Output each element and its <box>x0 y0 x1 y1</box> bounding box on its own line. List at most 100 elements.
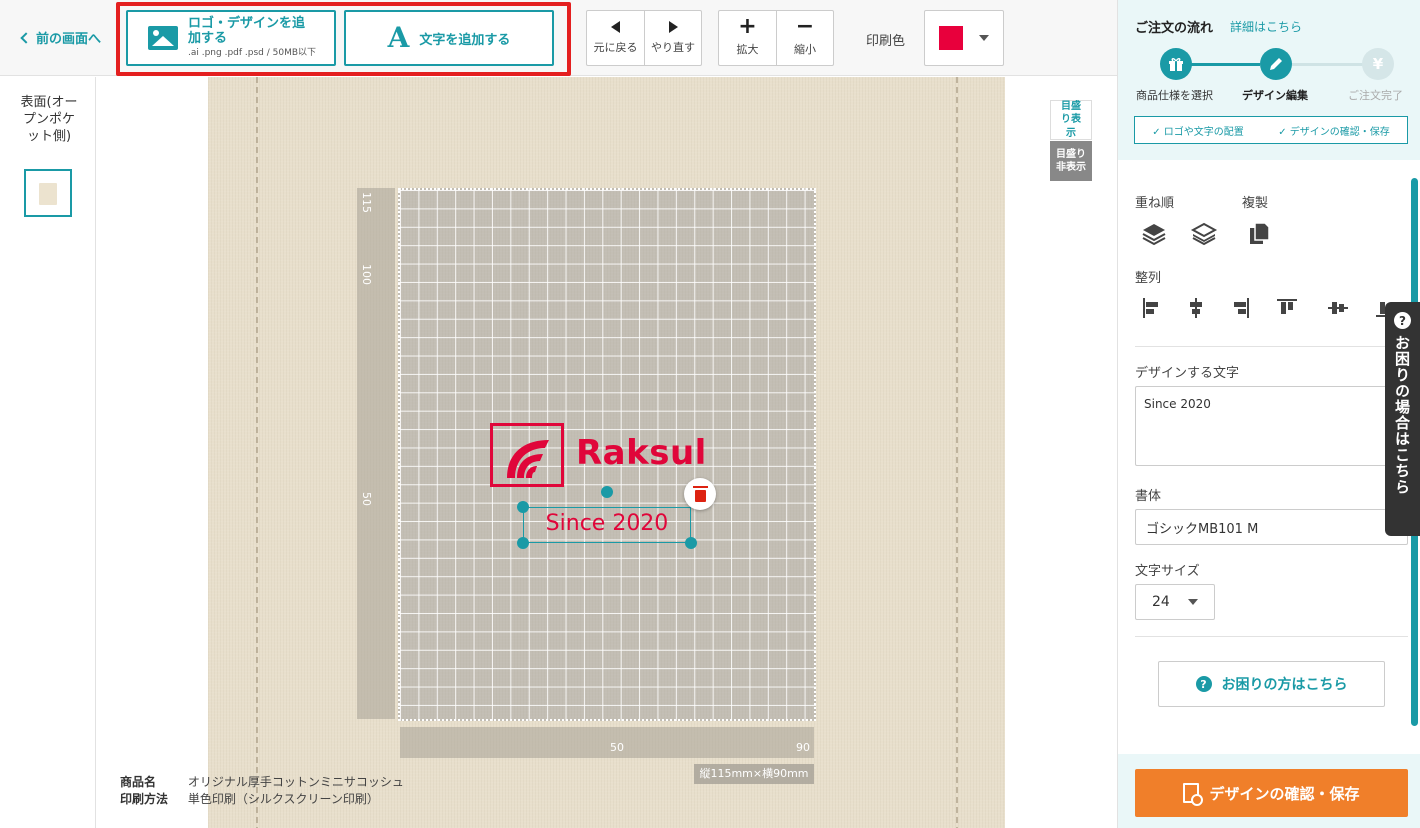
face-thumbnail[interactable] <box>24 169 72 217</box>
grid-hide-label: 目盛り非表示 <box>1056 148 1086 174</box>
font-select[interactable]: ゴシックMB101 M <box>1135 509 1408 545</box>
trash-icon <box>692 485 708 502</box>
bring-forward-icon[interactable] <box>1140 220 1168 248</box>
logo-wordmark[interactable]: Raksul <box>576 433 707 473</box>
resize-handle-top-left[interactable] <box>517 501 529 513</box>
help-side-tab[interactable]: ? お困りの場合はこちら <box>1385 302 1420 536</box>
step-label-3: ご注文完了 <box>1348 89 1403 102</box>
product-name-key: 商品名 <box>120 775 157 789</box>
swoosh-logo-icon <box>507 440 549 478</box>
send-backward-icon[interactable] <box>1190 220 1218 248</box>
caret-down-icon <box>979 35 989 41</box>
ruler-label-h-50: 50 <box>610 741 624 754</box>
rotate-handle[interactable] <box>601 486 613 498</box>
align-label: 整列 <box>1135 271 1162 286</box>
confirm-save-label: デザインの確認・保存 <box>1209 784 1360 803</box>
zoom-in-button[interactable]: + 拡大 <box>719 11 776 65</box>
font-select-value: ゴシックMB101 M <box>1146 521 1259 537</box>
add-text-button[interactable]: A 文字を追加する <box>344 10 554 66</box>
font-size-select[interactable]: 24 <box>1135 584 1215 620</box>
bag-seam-left <box>256 77 258 828</box>
gift-icon <box>1160 48 1192 80</box>
print-color-label: 印刷色 <box>866 34 906 49</box>
product-name-row: 商品名 オリジナル厚手コットンミニサコッシュ <box>120 774 404 791</box>
product-info: 商品名 オリジナル厚手コットンミニサコッシュ 印刷方法 単色印刷（シルクスクリー… <box>120 774 404 808</box>
bag-seam-right <box>956 77 958 828</box>
zoom-out-button[interactable]: − 縮小 <box>776 11 833 65</box>
ruler-label-115: 115 <box>360 192 373 213</box>
history-group: 元に戻る やり直す <box>586 10 702 66</box>
ruler-label-100: 100 <box>360 264 373 285</box>
print-size-label: 縦115mm×横90mm <box>694 764 814 784</box>
substep-confirm: ✓ デザインの確認・保存 <box>1278 126 1390 138</box>
pencil-icon <box>1260 48 1292 80</box>
color-swatch <box>939 26 963 50</box>
image-icon <box>148 26 178 50</box>
add-logo-button-formats: .ai .png .pdf .psd / 50MB以下 <box>188 48 317 59</box>
ruler-label-h-90: 90 <box>796 741 810 754</box>
print-color-select[interactable] <box>924 10 1004 66</box>
redo-label: やり直す <box>651 41 695 54</box>
print-method-key: 印刷方法 <box>120 792 169 806</box>
divider <box>1135 636 1408 637</box>
grid-show-label: 目盛り表示 <box>1061 100 1081 139</box>
product-name-value: オリジナル厚手コットンミニサコッシュ <box>187 775 404 789</box>
grid-show-button[interactable]: 目盛り表示 <box>1050 100 1092 140</box>
yen-icon: ¥ <box>1362 48 1394 80</box>
align-left-icon[interactable] <box>1140 296 1164 320</box>
grid-hide-button[interactable]: 目盛り非表示 <box>1050 141 1092 181</box>
add-text-button-label: 文字を追加する <box>419 32 511 48</box>
design-text-input[interactable]: Since 2020 <box>1135 386 1408 466</box>
size-label: 文字サイズ <box>1135 564 1200 579</box>
face-selector-panel: 表面(オープンポケット側) <box>0 77 96 828</box>
step-label-1: 商品仕様を選択 <box>1136 89 1213 102</box>
design-canvas: 目盛り表示 目盛り非表示 115 100 50 50 90 縦115mm×横90… <box>96 77 1117 828</box>
ruler-label-50: 50 <box>360 492 373 506</box>
text-field-label: デザインする文字 <box>1135 366 1240 381</box>
resize-handle-bottom-right[interactable] <box>685 537 697 549</box>
question-icon: ? <box>1394 312 1411 329</box>
face-label: 表面(オープンポケット側) <box>20 95 78 144</box>
caret-down-icon <box>1187 599 1198 605</box>
order-flow: ご注文の流れ 詳細はこちら ¥ 商品仕様を選択 デザイン編集 ご注文完了 ✓ ロ… <box>1118 0 1420 160</box>
zoom-in-label: 拡大 <box>736 43 759 56</box>
back-link[interactable]: 前の画面へ <box>20 28 101 47</box>
document-search-icon <box>1183 783 1204 806</box>
resize-handle-bottom-left[interactable] <box>517 537 529 549</box>
undo-icon <box>611 21 620 33</box>
align-right-icon[interactable] <box>1228 296 1252 320</box>
text-object-selected[interactable]: Since 2020 <box>523 507 691 543</box>
undo-button[interactable]: 元に戻る <box>587 11 644 65</box>
font-size-value: 24 <box>1152 594 1170 610</box>
text-object-value: Since 2020 <box>545 511 669 536</box>
step-label-2: デザイン編集 <box>1242 89 1308 102</box>
align-center-icon[interactable] <box>1184 296 1208 320</box>
undo-label: 元に戻る <box>593 41 638 54</box>
align-top-icon[interactable] <box>1275 296 1299 320</box>
help-side-tab-label: お困りの場合はこちら <box>1393 335 1411 495</box>
duplicate-icon[interactable] <box>1245 220 1273 248</box>
duplicate-label: 複製 <box>1242 196 1269 211</box>
logo-mark-object[interactable] <box>490 423 564 487</box>
order-flow-details-link[interactable]: 詳細はこちら <box>1230 18 1302 35</box>
align-middle-icon[interactable] <box>1326 296 1350 320</box>
properties-panel: ご注文の流れ 詳細はこちら ¥ 商品仕様を選択 デザイン編集 ご注文完了 ✓ ロ… <box>1117 0 1420 828</box>
confirm-save-button[interactable]: デザインの確認・保存 <box>1135 769 1408 817</box>
add-logo-button[interactable]: ロゴ・デザインを追加する .ai .png .pdf .psd / 50MB以下 <box>126 10 336 66</box>
editor-header: 前の画面へ ロゴ・デザインを追加する .ai .png .pdf .psd / … <box>0 0 1117 76</box>
delete-object-button[interactable] <box>684 478 716 510</box>
print-method-value: 単色印刷（シルクスクリーン印刷） <box>187 792 379 806</box>
zoom-out-label: 縮小 <box>794 43 816 56</box>
stack-order-label: 重ね順 <box>1135 196 1175 211</box>
substeps: ✓ ロゴや文字の配置 ✓ デザインの確認・保存 <box>1134 116 1408 144</box>
add-logo-button-label: ロゴ・デザインを追加する <box>188 16 306 47</box>
print-method-row: 印刷方法 単色印刷（シルクスクリーン印刷） <box>120 791 404 808</box>
font-label: 書体 <box>1135 489 1162 504</box>
add-logo-button-text: ロゴ・デザインを追加する .ai .png .pdf .psd / 50MB以下 <box>188 16 317 59</box>
text-a-icon: A <box>387 21 410 54</box>
redo-button[interactable]: やり直す <box>644 11 701 65</box>
plus-icon: + <box>738 14 757 39</box>
substep-placement: ✓ ロゴや文字の配置 <box>1152 126 1244 138</box>
question-icon: ? <box>1195 676 1212 692</box>
help-button[interactable]: ? お困りの方はこちら <box>1158 661 1385 707</box>
